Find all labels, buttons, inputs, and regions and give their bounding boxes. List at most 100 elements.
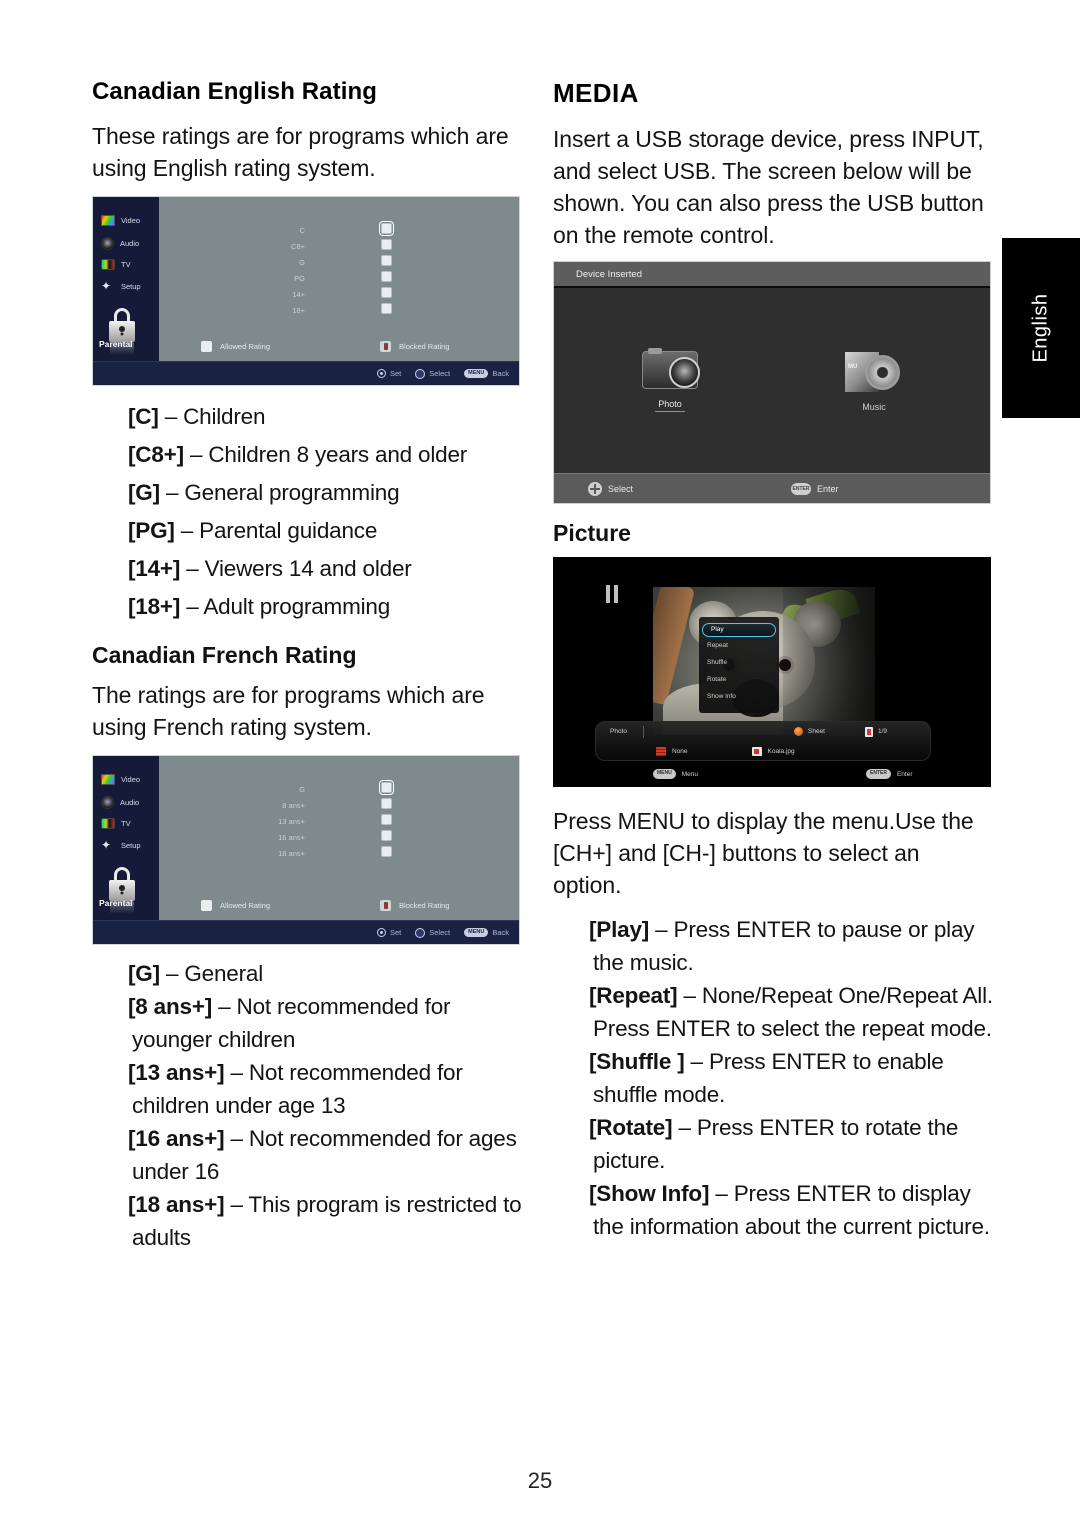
infobar-repeat: None — [656, 746, 688, 756]
rating-checkbox[interactable] — [379, 780, 394, 795]
infobar-count: 1/9 — [865, 726, 888, 737]
osd-footer: Set Select MENU Back — [93, 361, 519, 385]
legend-label: Allowed Rating — [220, 341, 271, 351]
rating-checkbox[interactable] — [379, 221, 394, 236]
osd-sidebar-item-tv: TV — [101, 818, 131, 829]
osd-sidebar-item-video: Video — [101, 215, 140, 226]
option-show-info[interactable]: Show Info — [699, 688, 779, 705]
rating-checkbox[interactable] — [381, 255, 392, 266]
device-inserted-screenshot: Device Inserted Photo MU Music Select EN… — [553, 261, 991, 504]
infobar-file: Koala.jpg — [751, 746, 795, 756]
rating-checkbox[interactable] — [381, 287, 392, 298]
footer-set: Set — [376, 369, 401, 378]
footer-label: Back — [492, 928, 509, 937]
definition-term: [Shuffle ] — [589, 1049, 685, 1074]
definition-item: [Show Info] – Press ENTER to display the… — [553, 1177, 993, 1243]
english-rating-definitions: [C] – Children [C8+] – Children 8 years … — [92, 398, 524, 626]
rating-label: PG — [294, 274, 305, 283]
osd-sidebar-label: TV — [121, 819, 131, 828]
rating-checkbox[interactable] — [381, 798, 392, 809]
osd-sidebar-label: Setup — [121, 841, 141, 850]
picture-infobar: Photo Sheet 1/9 None Koala.jpg — [595, 721, 931, 761]
definition-dash: – — [165, 480, 179, 505]
definition-dash: – — [678, 1115, 691, 1140]
picture-player-screenshot: Play Repeat Shuffle Rotate Show Info Pho… — [553, 557, 991, 787]
option-play[interactable]: Play — [702, 623, 776, 637]
definition-term: [8 ans+] — [128, 994, 213, 1019]
osd-legend: Allowed Rating Blocked Rating — [159, 337, 519, 355]
footer-label: Enter — [896, 770, 913, 778]
picture-option-definitions: [Play] – Press ENTER to pause or play th… — [553, 913, 993, 1243]
definition-item: [C] – Children — [92, 398, 524, 436]
osd-sidebar: Video Audio TV ✦ Setup Parental — [93, 756, 159, 922]
device-item-music[interactable]: MU Music — [826, 351, 922, 412]
osd-sidebar-label: Video — [121, 775, 141, 784]
footer-select: Select — [415, 368, 451, 379]
rating-checkbox[interactable] — [381, 830, 392, 841]
infobar-count-label: 1/9 — [878, 728, 888, 735]
blocked-box-icon — [380, 899, 392, 911]
footer-label: Select — [429, 369, 451, 378]
definition-item: [Shuffle ] – Press ENTER to enable shuff… — [553, 1045, 993, 1111]
enter-key-icon: ENTER — [866, 769, 891, 779]
rating-checkbox[interactable] — [381, 846, 392, 857]
footer-menu: MENU Menu — [653, 769, 698, 779]
rating-checkbox[interactable] — [381, 303, 392, 314]
definition-term: [G] — [128, 961, 160, 986]
definition-dash: – — [180, 518, 194, 543]
definition-dash: – — [690, 1049, 704, 1074]
left-column: Canadian English Rating These ratings ar… — [92, 78, 524, 1254]
definition-term: [16 ans+] — [128, 1126, 225, 1151]
footer-back: MENU Back — [464, 928, 509, 937]
option-rotate[interactable]: Rotate — [699, 671, 779, 688]
french-rating-definitions: [G] – General [8 ans+] – Not recommended… — [92, 957, 524, 1254]
definition-item: [C8+] – Children 8 years and older — [92, 436, 524, 474]
infobar-mode: Photo — [610, 728, 627, 735]
rating-checkbox[interactable] — [381, 239, 392, 250]
device-item-photo[interactable]: Photo — [622, 348, 718, 412]
option-repeat[interactable]: Repeat — [699, 637, 779, 654]
definition-item: [Rotate] – Press ENTER to rotate the pic… — [553, 1111, 993, 1177]
legend-label: Allowed Rating — [220, 900, 271, 910]
definition-dash: – — [165, 961, 179, 986]
blocked-box-icon — [380, 340, 392, 352]
definition-desc: General — [184, 961, 263, 986]
footer-label: Set — [389, 928, 402, 937]
menu-key-icon: MENU — [464, 369, 489, 378]
rating-checkbox[interactable] — [381, 271, 392, 282]
rating-checkbox[interactable] — [381, 814, 392, 825]
footer-back: MENU Back — [464, 369, 509, 378]
legend-blocked: Blocked Rating — [380, 899, 449, 911]
footer-label: Enter — [817, 483, 839, 494]
rating-label: C — [299, 226, 305, 235]
definition-dash: – — [715, 1181, 728, 1206]
tv-icon — [101, 259, 115, 270]
definition-term: [13 ans+] — [128, 1060, 225, 1085]
rating-label: 14+ — [292, 290, 305, 299]
definition-item: [G] – General — [92, 957, 524, 990]
osd-sidebar-item-tv: TV — [101, 259, 131, 270]
navpad-icon — [415, 927, 426, 938]
heading-canadian-english-rating: Canadian English Rating — [92, 78, 377, 105]
osd-sidebar-item-setup: ✦ Setup — [101, 839, 141, 851]
definition-dash: – — [683, 983, 696, 1008]
option-shuffle[interactable]: Shuffle — [699, 654, 779, 671]
footer-set: Set — [376, 928, 402, 937]
infobar-sheet-label: Sheet — [808, 728, 825, 735]
legend-blocked: Blocked Rating — [380, 340, 449, 352]
navpad-icon — [588, 481, 602, 496]
osd-sidebar-item-video: Video — [101, 774, 140, 785]
sheet-icon — [794, 727, 803, 736]
definition-dash: – — [230, 1060, 243, 1085]
manual-page: Canadian English Rating These ratings ar… — [0, 0, 1080, 1524]
definition-term: [18+] — [128, 594, 181, 619]
osd-rating-checkboxes — [379, 221, 394, 319]
definition-term: [PG] — [128, 518, 175, 543]
device-screen-stage: Photo MU Music — [554, 290, 990, 473]
definition-dash: – — [655, 917, 668, 942]
definition-desc: Children — [183, 404, 266, 429]
rating-label: 16 ans+ — [278, 833, 305, 842]
paragraph-media-intro: Insert a USB storage device, press INPUT… — [553, 126, 984, 248]
setup-icon: ✦ — [101, 279, 112, 293]
camera-icon — [642, 348, 700, 389]
